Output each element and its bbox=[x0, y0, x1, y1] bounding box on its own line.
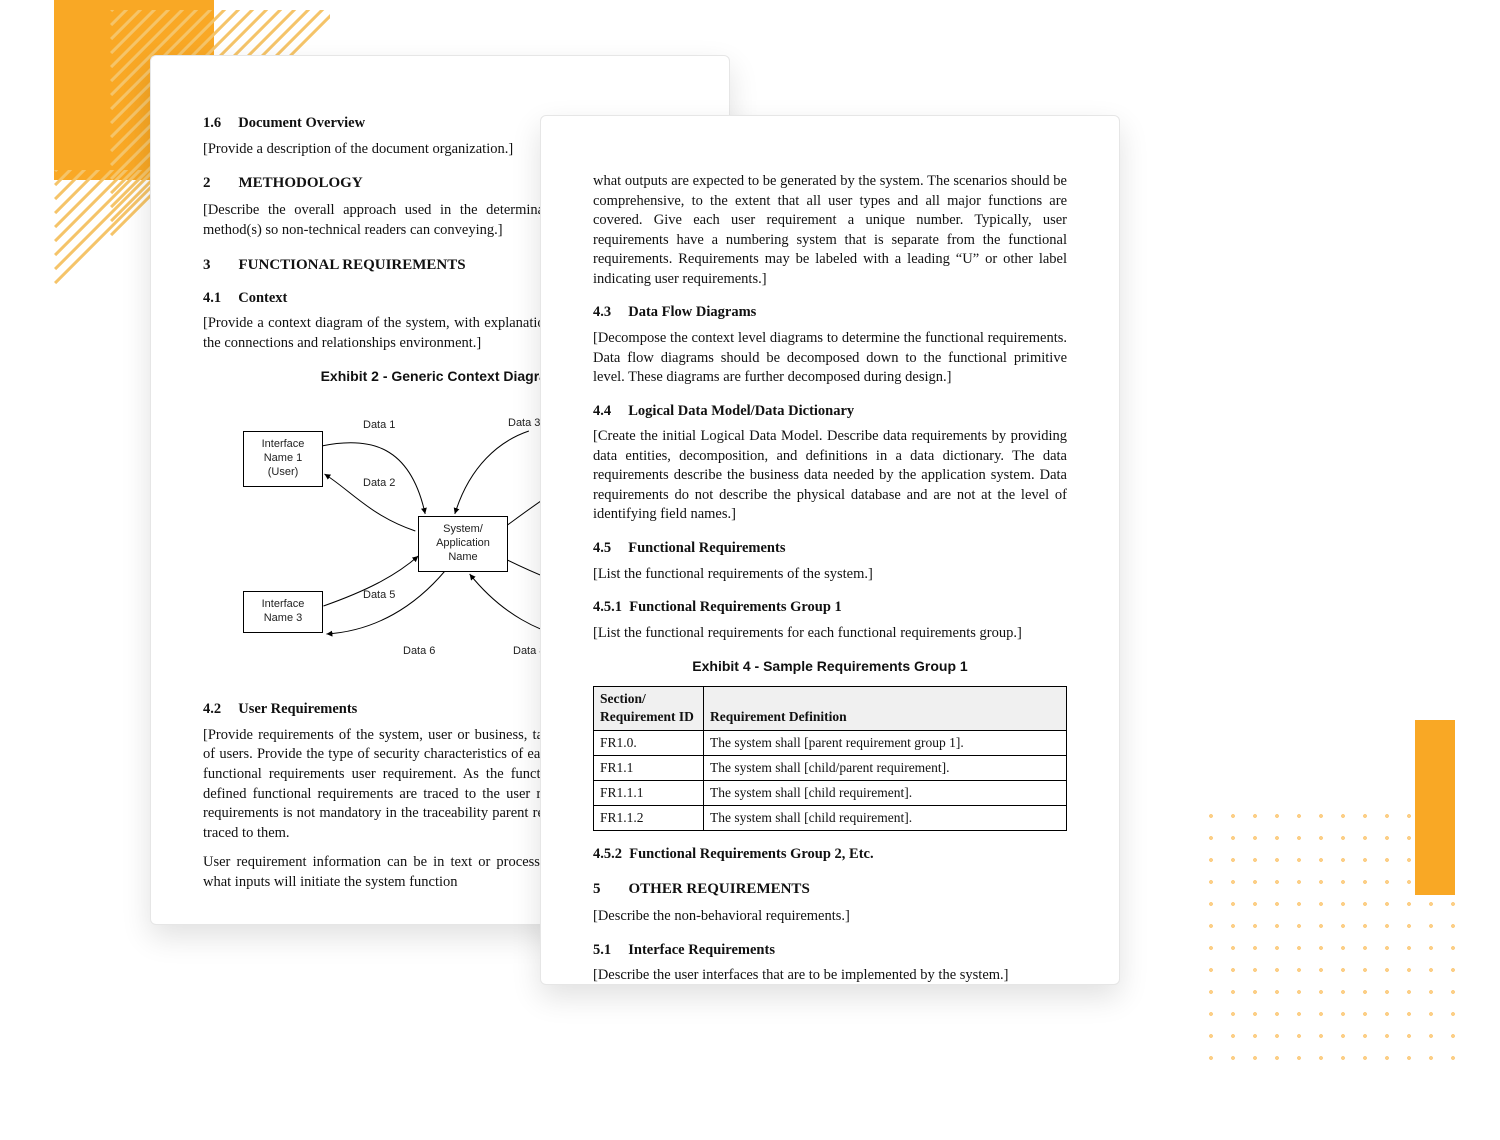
heading-4-3: 4.3 Data Flow Diagrams bbox=[593, 303, 1067, 323]
heading-5-1: 5.1 Interface Requirements bbox=[593, 941, 1067, 961]
table-row: FR1.0.The system shall [parent requireme… bbox=[594, 730, 1067, 755]
table-row: FR1.1.2The system shall [child requireme… bbox=[594, 806, 1067, 831]
diagram-interface-1: Interface Name 1 (User) bbox=[243, 431, 323, 486]
diagram-label-data3: Data 3 bbox=[508, 416, 540, 431]
table-row: FR1.1The system shall [child/parent requ… bbox=[594, 755, 1067, 780]
diagram-label-data2: Data 2 bbox=[363, 476, 395, 491]
body-4-4: [Create the initial Logical Data Model. … bbox=[593, 427, 1067, 525]
heading-4-5-2: 4.5.2 Functional Requirements Group 2, E… bbox=[593, 845, 1067, 865]
table-header-def: Requirement Definition bbox=[704, 687, 1067, 730]
body-4-3: [Decompose the context level diagrams to… bbox=[593, 329, 1067, 388]
diagram-interface-3: Interface Name 3 bbox=[243, 591, 323, 633]
table-row: FR1.1.1The system shall [child requireme… bbox=[594, 781, 1067, 806]
diagram-label-data6: Data 6 bbox=[403, 644, 435, 659]
heading-5: 5 OTHER REQUIREMENTS bbox=[593, 879, 1067, 899]
diagram-label-data1: Data 1 bbox=[363, 418, 395, 433]
body-5-1: [Describe the user interfaces that are t… bbox=[593, 966, 1067, 986]
body-4-5: [List the functional requirements of the… bbox=[593, 565, 1067, 585]
diagram-label-data5: Data 5 bbox=[363, 588, 395, 603]
body-5: [Describe the non-behavioral requirement… bbox=[593, 907, 1067, 927]
heading-4-5-1: 4.5.1 Functional Requirements Group 1 bbox=[593, 598, 1067, 618]
diagram-center-box: System/ Application Name bbox=[418, 516, 508, 571]
table-header-row: Section/Requirement ID Requirement Defin… bbox=[594, 687, 1067, 730]
body-4-2-cont: what outputs are expected to be generate… bbox=[593, 172, 1067, 289]
heading-4-4: 4.4 Logical Data Model/Data Dictionary bbox=[593, 402, 1067, 422]
requirements-table: Section/Requirement ID Requirement Defin… bbox=[593, 686, 1067, 831]
decor-dot-grid bbox=[1200, 805, 1460, 1065]
document-page-2: what outputs are expected to be generate… bbox=[540, 115, 1120, 985]
table-header-id: Section/Requirement ID bbox=[594, 687, 704, 730]
body-4-5-1: [List the functional requirements for ea… bbox=[593, 624, 1067, 644]
exhibit-4-title: Exhibit 4 - Sample Requirements Group 1 bbox=[593, 657, 1067, 676]
heading-4-5: 4.5 Functional Requirements bbox=[593, 539, 1067, 559]
